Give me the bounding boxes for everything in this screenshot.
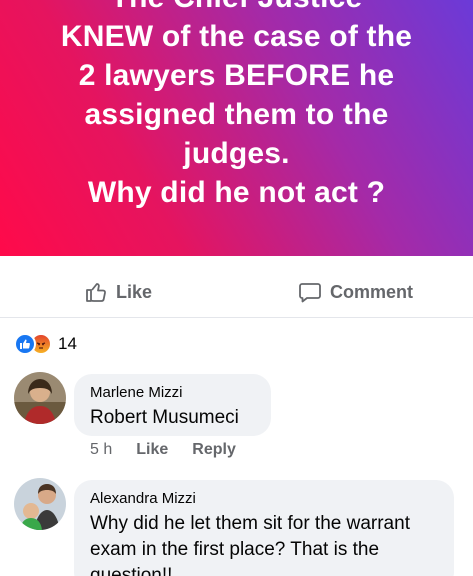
like-button[interactable]: Like [84, 280, 152, 304]
comment-button[interactable]: Comment [298, 280, 413, 304]
avatar[interactable] [14, 478, 66, 530]
comment-bubble: Marlene Mizzi Robert Musumeci [74, 374, 271, 436]
thumbs-up-icon [86, 283, 106, 302]
post-line: 2 lawyers BEFORE he [78, 59, 395, 92]
avatar[interactable] [14, 372, 66, 424]
like-icon [14, 333, 36, 355]
comment-button-label: Comment [330, 281, 414, 302]
reactions-summary[interactable]: 14 [14, 332, 77, 356]
comment-time[interactable]: 5 h [90, 441, 112, 459]
comment-bubble: Alexandra Mizzi Why did he let them sit … [74, 480, 454, 576]
post-line: Why did he not act ? [87, 176, 386, 209]
post-action-bar: Like Comment [0, 256, 473, 318]
reaction-count: 14 [58, 334, 77, 353]
post-line: The Chief Justice [0, 0, 473, 17]
comment-reply-button[interactable]: Reply [192, 441, 236, 459]
comment-text: Robert Musumeci [90, 407, 239, 428]
facebook-post: The Chief Justice KNEW of the case of th… [0, 0, 473, 576]
comment-icon [299, 283, 321, 303]
comment-meta: 5 h Like Reply [90, 441, 260, 459]
comment-text: Why did he let them sit for the warrant … [90, 513, 410, 576]
post-line: judges. [183, 137, 290, 170]
comment-author[interactable]: Alexandra Mizzi [90, 490, 438, 507]
like-button-label: Like [116, 281, 153, 302]
post-banner: The Chief Justice KNEW of the case of th… [0, 0, 473, 256]
comment-like-button[interactable]: Like [136, 441, 168, 459]
post-line: assigned them to the [84, 98, 389, 131]
comment-author[interactable]: Marlene Mizzi [90, 384, 255, 401]
post-text: The Chief Justice KNEW of the case of th… [0, 0, 473, 212]
post-line: KNEW of the case of the [60, 20, 413, 53]
